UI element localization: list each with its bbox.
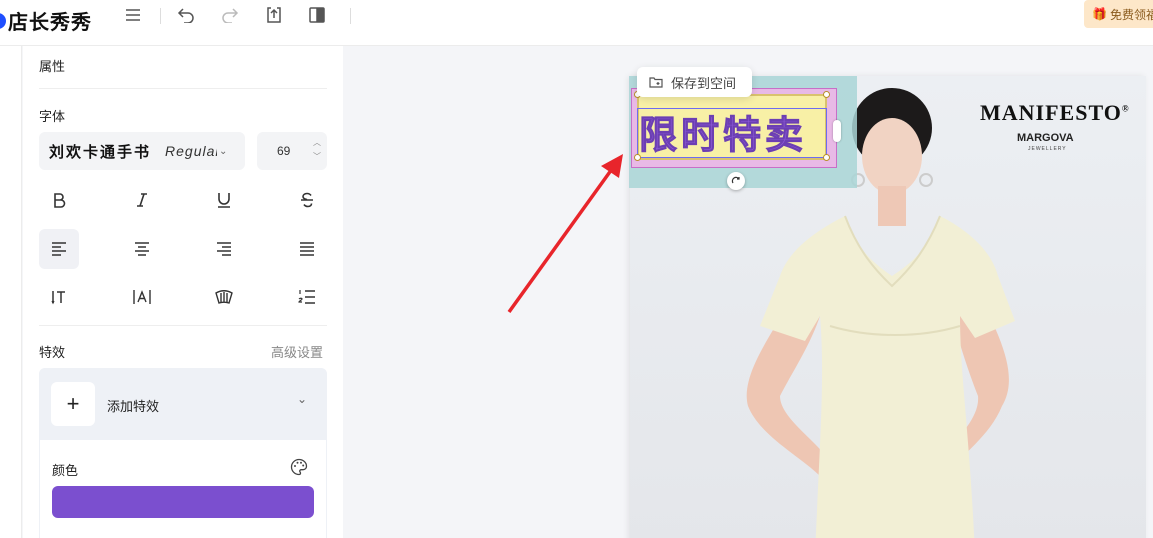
chevron-down-icon[interactable]: ﹀ <box>313 150 321 164</box>
chevron-up-icon[interactable]: ︿ <box>313 136 321 150</box>
vertical-text-icon[interactable] <box>39 277 79 317</box>
save-to-space-button[interactable]: 保存到空间 <box>637 67 752 97</box>
left-sidebar-strip <box>0 46 22 538</box>
undo-icon[interactable] <box>174 4 198 26</box>
effects-label: 特效 <box>39 345 66 360</box>
color-section: 颜色 <box>39 440 327 538</box>
brand-name: MANIFESTO® <box>980 100 1130 125</box>
logo-mark-icon <box>0 12 6 29</box>
sub-brand-name: MARGOVA <box>1017 132 1074 144</box>
export-icon[interactable] <box>262 4 286 26</box>
font-size-value: 69 <box>277 144 291 158</box>
underline-icon[interactable] <box>204 180 244 220</box>
property-panel: 属性 字体 刘欢卡通手书 Regular ⌄ 69 ︿ ﹀ 特效 高级设置 + … <box>23 46 343 538</box>
ordered-list-icon[interactable] <box>287 277 327 317</box>
align-center-icon[interactable] <box>122 229 162 269</box>
design-canvas[interactable]: MANIFESTO® MARGOVA JEWELLERY 限时特卖 保存到空间 <box>343 46 1153 538</box>
advanced-settings-link[interactable]: 高级设置 <box>271 342 323 361</box>
logo-text: 店长秀秀 <box>8 12 92 34</box>
align-right-icon[interactable] <box>204 229 244 269</box>
align-left-icon[interactable] <box>39 229 79 269</box>
rotate-icon[interactable] <box>727 172 745 190</box>
effects-box: + 添加特效 ⌄ 颜色 <box>39 368 327 538</box>
text-warp-icon[interactable] <box>204 277 244 317</box>
palette-icon[interactable] <box>290 458 308 476</box>
bold-icon[interactable] <box>39 180 79 220</box>
chevron-down-icon[interactable]: ⌄ <box>297 392 307 406</box>
add-effect-label: 添加特效 <box>107 399 160 414</box>
resize-handle-bottom-right[interactable] <box>823 154 830 161</box>
sub-brand-tagline: JEWELLERY <box>1028 146 1067 152</box>
compare-icon[interactable] <box>305 4 329 26</box>
toolbar-divider <box>160 8 161 24</box>
color-label: 颜色 <box>52 463 79 478</box>
panel-divider <box>39 325 327 326</box>
save-to-space-label: 保存到空间 <box>671 75 737 91</box>
text-layout-row <box>39 277 327 317</box>
plus-icon[interactable]: + <box>51 382 95 426</box>
italic-icon[interactable] <box>122 180 162 220</box>
align-justify-icon[interactable] <box>287 229 327 269</box>
font-size-input[interactable]: 69 ︿ ﹀ <box>257 132 327 170</box>
gift-icon: 🎁 <box>1092 7 1107 21</box>
font-section-label: 字体 <box>39 109 66 124</box>
resize-handle-top-right[interactable] <box>823 91 830 98</box>
panel-title: 属性 <box>39 59 66 74</box>
chevron-down-icon: ⌄ <box>219 145 228 157</box>
letter-spacing-icon[interactable] <box>122 277 162 317</box>
app-logo[interactable]: 店长秀秀 <box>0 6 92 35</box>
resize-handle-right[interactable] <box>833 120 841 142</box>
toolbar-divider <box>350 8 351 24</box>
alignment-row <box>39 229 327 269</box>
panel-divider <box>39 88 327 89</box>
promo-button[interactable]: 🎁 免费领福 <box>1084 0 1153 28</box>
font-family-select[interactable]: 刘欢卡通手书 Regular ⌄ <box>39 132 245 170</box>
font-family-value: 刘欢卡通手书 <box>49 143 152 161</box>
add-effect-row[interactable]: + 添加特效 ⌄ <box>39 368 327 440</box>
strikethrough-icon[interactable] <box>287 180 327 220</box>
canvas-text[interactable]: 限时特卖 <box>638 104 807 159</box>
red-arrow-annotation <box>507 154 623 314</box>
text-style-row <box>39 180 327 220</box>
redo-icon[interactable] <box>218 4 242 26</box>
color-swatch-bar[interactable] <box>52 486 314 518</box>
font-weight-value: Regular <box>165 143 218 159</box>
promo-label: 免费领福 <box>1109 7 1153 22</box>
menu-icon[interactable] <box>121 4 145 26</box>
top-toolbar: 店长秀秀 🎁 免费领福 <box>0 0 1153 46</box>
folder-add-icon <box>649 77 663 88</box>
